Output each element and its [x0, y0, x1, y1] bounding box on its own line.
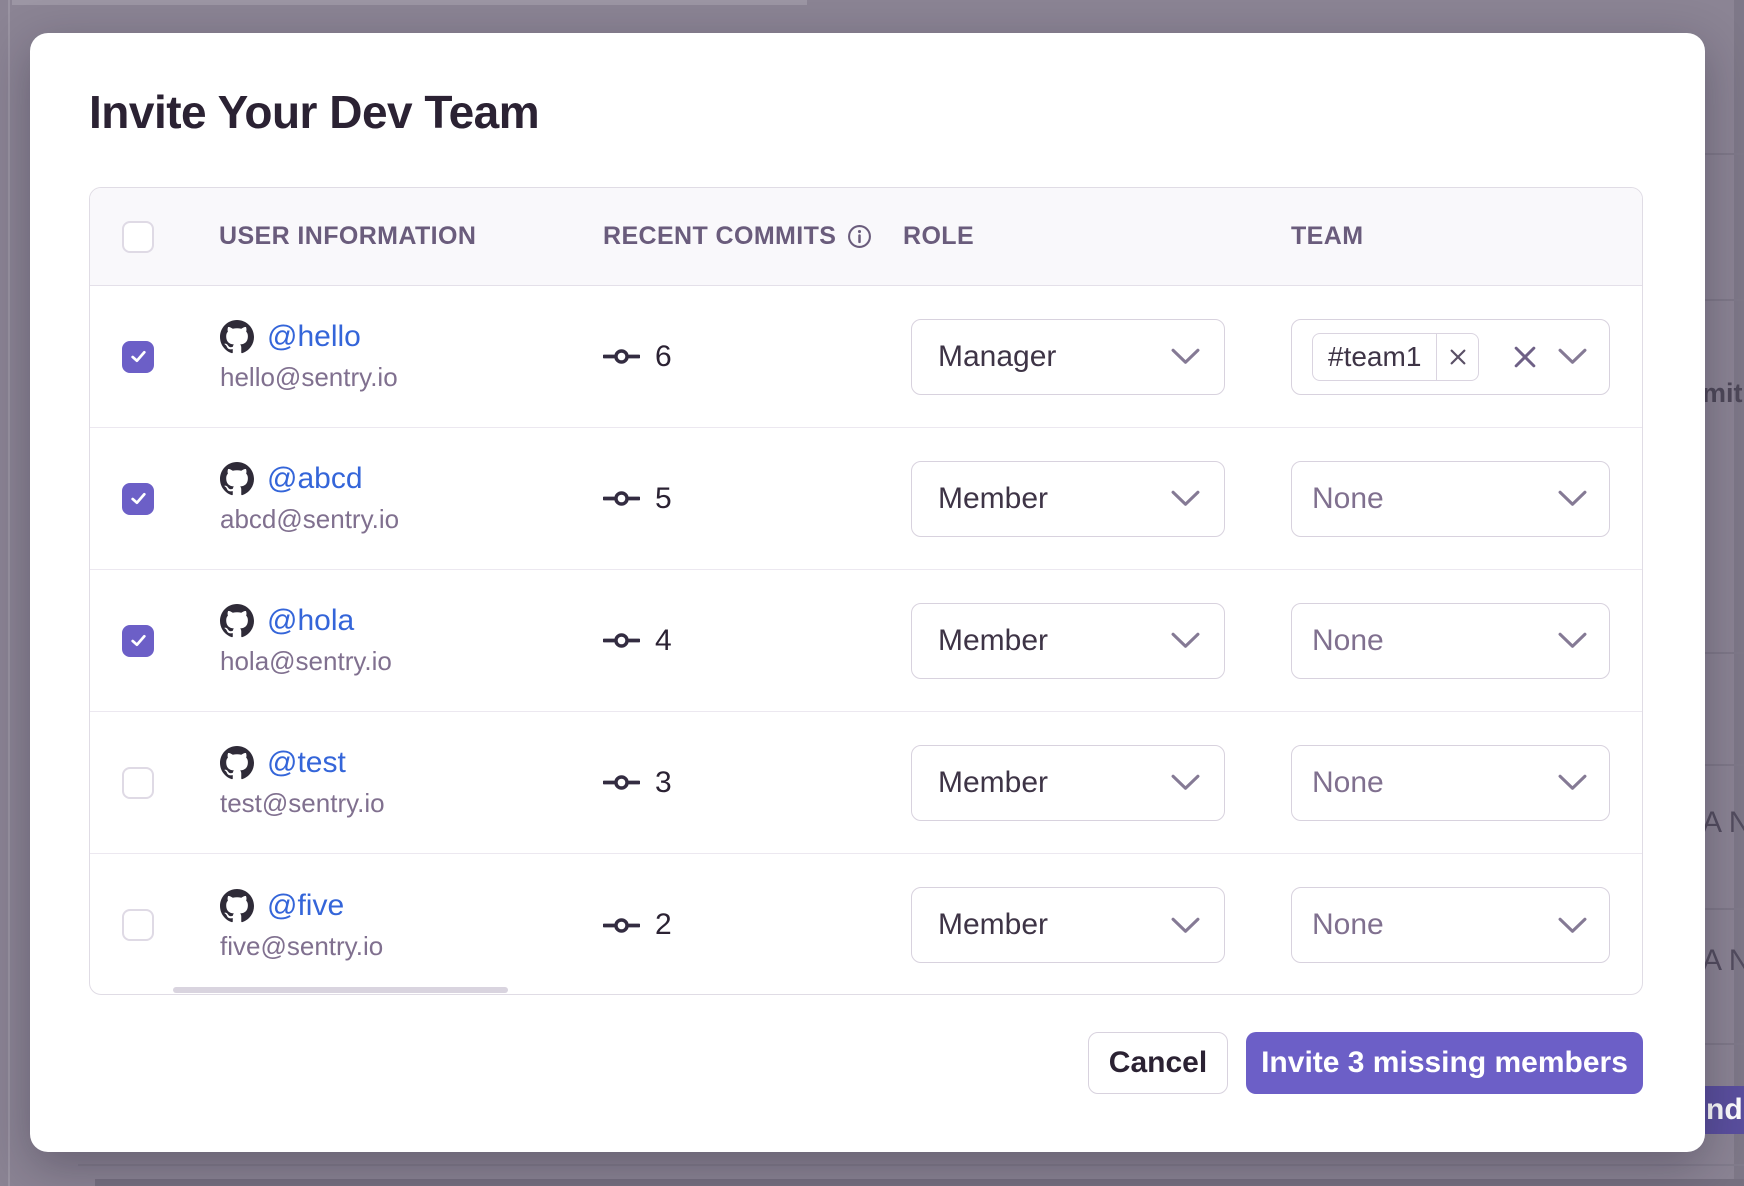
background-row-divider [1700, 299, 1744, 301]
chevron-down-icon[interactable] [1171, 632, 1200, 649]
table-row: @hola hola@sentry.io 4 Member [90, 570, 1642, 712]
chevron-down-icon[interactable] [1171, 774, 1200, 791]
background-strip [95, 1179, 1744, 1186]
background-card-edge [78, 1164, 1744, 1166]
chevron-down-icon[interactable] [1558, 490, 1587, 507]
team-select-value: None [1312, 766, 1384, 800]
column-header-role: ROLE [874, 222, 1262, 251]
invite-dev-team-modal: Invite Your Dev Team USER INFORMATION RE… [30, 33, 1705, 1152]
column-header-team: TEAM [1262, 222, 1643, 251]
role-select-value: Member [938, 624, 1048, 658]
github-username-link[interactable]: @five [267, 889, 344, 923]
user-email: hello@sentry.io [220, 362, 398, 393]
commit-count: 6 [655, 340, 672, 374]
github-username-link[interactable]: @hello [267, 320, 361, 354]
team-select[interactable]: None [1291, 603, 1610, 679]
commit-count: 3 [655, 766, 672, 800]
row-checkbox[interactable] [122, 909, 154, 941]
background-row-divider [1700, 1043, 1744, 1045]
role-select-value: Member [938, 482, 1048, 516]
team-tag: #team1 [1312, 333, 1479, 381]
git-commit-icon [603, 346, 640, 367]
clear-selection-icon[interactable] [1512, 344, 1538, 370]
horizontal-scrollbar-thumb[interactable] [173, 987, 508, 993]
background-row-divider [1700, 153, 1744, 155]
git-commit-icon [603, 630, 640, 651]
github-icon [220, 320, 254, 354]
role-select[interactable]: Manager [911, 319, 1225, 395]
team-select[interactable]: None [1291, 461, 1610, 537]
cancel-button[interactable]: Cancel [1088, 1032, 1228, 1094]
user-email: five@sentry.io [220, 931, 383, 962]
modal-title: Invite Your Dev Team [89, 85, 539, 139]
github-username-link[interactable]: @hola [267, 604, 354, 638]
github-username-link[interactable]: @abcd [267, 462, 363, 496]
row-checkbox[interactable] [122, 341, 154, 373]
role-select[interactable]: Member [911, 745, 1225, 821]
background-cut-text: mit [1702, 378, 1744, 409]
github-icon [220, 746, 254, 780]
table-row: @test test@sentry.io 3 Member [90, 712, 1642, 854]
select-all-checkbox[interactable] [122, 221, 154, 253]
column-header-user-information: USER INFORMATION [188, 222, 572, 251]
git-commit-icon [603, 772, 640, 793]
user-email: test@sentry.io [220, 788, 385, 819]
commit-count: 5 [655, 482, 672, 516]
role-select-value: Manager [938, 340, 1056, 374]
row-checkbox[interactable] [122, 483, 154, 515]
table-row: @five five@sentry.io 2 Member [90, 854, 1642, 995]
team-select-value: None [1312, 908, 1384, 942]
background-strip [12, 0, 807, 5]
members-table: USER INFORMATION RECENT COMMITS ROLE TEA… [89, 187, 1643, 995]
background-divider [8, 0, 10, 1186]
background-cut-text: A No [1702, 806, 1744, 840]
table-row: @hello hello@sentry.io 6 Manager [90, 286, 1642, 428]
commit-count: 4 [655, 624, 672, 658]
table-header-row: USER INFORMATION RECENT COMMITS ROLE TEA… [90, 188, 1642, 286]
user-email: abcd@sentry.io [220, 504, 399, 535]
chevron-down-icon[interactable] [1171, 917, 1200, 934]
team-select-value: None [1312, 482, 1384, 516]
chevron-down-icon[interactable] [1558, 632, 1587, 649]
commit-count: 2 [655, 908, 672, 942]
role-select-value: Member [938, 908, 1048, 942]
role-select[interactable]: Member [911, 603, 1225, 679]
team-tag-label: #team1 [1313, 341, 1436, 373]
chevron-down-icon[interactable] [1171, 348, 1200, 365]
team-select-value: None [1312, 624, 1384, 658]
github-username-link[interactable]: @test [267, 746, 346, 780]
background-purple-button: nd [1700, 1086, 1744, 1134]
invite-members-button[interactable]: Invite 3 missing members [1246, 1032, 1643, 1094]
chevron-down-icon[interactable] [1558, 348, 1587, 365]
table-row: @abcd abcd@sentry.io 5 Member [90, 428, 1642, 570]
background-row-divider [1700, 908, 1744, 910]
column-header-recent-commits: RECENT COMMITS [572, 222, 874, 251]
role-select[interactable]: Member [911, 887, 1225, 963]
github-icon [220, 889, 254, 923]
background-row-divider [1700, 652, 1744, 654]
team-select[interactable]: None [1291, 745, 1610, 821]
github-icon [220, 462, 254, 496]
background-row-divider [1700, 764, 1744, 766]
background-edge-strip [1734, 0, 1744, 1186]
chevron-down-icon[interactable] [1558, 917, 1587, 934]
team-select[interactable]: None [1291, 887, 1610, 963]
team-select[interactable]: #team1 [1291, 319, 1610, 395]
user-email: hola@sentry.io [220, 646, 392, 677]
chevron-down-icon[interactable] [1558, 774, 1587, 791]
git-commit-icon [603, 488, 640, 509]
github-icon [220, 604, 254, 638]
info-icon[interactable] [847, 224, 872, 249]
role-select-value: Member [938, 766, 1048, 800]
background-cut-text: A No [1702, 944, 1744, 978]
remove-tag-icon[interactable] [1436, 333, 1478, 381]
chevron-down-icon[interactable] [1171, 490, 1200, 507]
git-commit-icon [603, 915, 640, 936]
row-checkbox[interactable] [122, 625, 154, 657]
row-checkbox[interactable] [122, 767, 154, 799]
role-select[interactable]: Member [911, 461, 1225, 537]
